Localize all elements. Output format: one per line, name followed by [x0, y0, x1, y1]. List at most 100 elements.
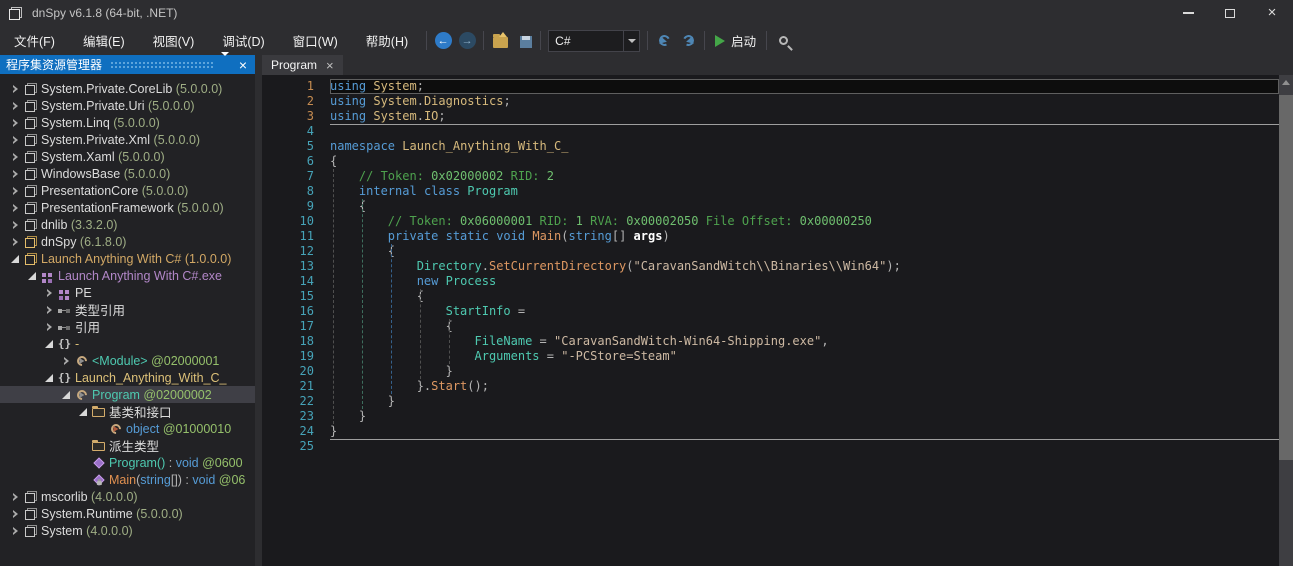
undo-button[interactable] [652, 29, 676, 53]
assembly-explorer-header[interactable]: 程序集资源管理器 × [0, 55, 255, 74]
tree-item[interactable]: Main(string[]) : void @06 [0, 471, 255, 488]
tab-close-icon[interactable]: × [326, 61, 334, 70]
code-line-content[interactable]: } [330, 364, 1279, 379]
expand-arrow[interactable] [42, 289, 56, 297]
tree-item[interactable]: 基类和接口 [0, 403, 255, 420]
vertical-scrollbar[interactable] [1279, 75, 1293, 566]
expand-arrow[interactable] [8, 238, 22, 246]
expand-arrow[interactable] [8, 85, 22, 93]
code-line-content[interactable]: } [330, 424, 1279, 439]
code-line-content[interactable]: } [330, 394, 1279, 409]
code-line-content[interactable]: internal class Program [330, 184, 1279, 199]
expand-arrow[interactable] [8, 221, 22, 229]
tree-item[interactable]: dnlib (3.3.2.0) [0, 216, 255, 233]
expand-arrow[interactable] [8, 170, 22, 178]
save-all-button[interactable] [512, 29, 536, 53]
code-line-content[interactable]: { [330, 244, 1279, 259]
tree-item[interactable]: 类型引用 [0, 301, 255, 318]
minimize-button[interactable] [1167, 0, 1209, 26]
tree-item[interactable]: {}- [0, 335, 255, 352]
code-line-content[interactable]: StartInfo = [330, 304, 1279, 319]
language-combo-dropdown[interactable] [623, 31, 639, 51]
tree-item[interactable]: Program @02000002 [0, 386, 255, 403]
tree-item[interactable]: PE [0, 284, 255, 301]
code-line-content[interactable]: using System; [330, 79, 1279, 94]
tree-item[interactable]: Launch Anything With C#.exe [0, 267, 255, 284]
expand-arrow[interactable] [76, 408, 90, 416]
code-editor[interactable]: 1using System;2using System.Diagnostics;… [262, 75, 1293, 566]
expand-arrow[interactable] [8, 255, 22, 263]
expand-arrow[interactable] [25, 272, 39, 280]
code-line-content[interactable]: using System.Diagnostics; [330, 94, 1279, 109]
expand-arrow[interactable] [8, 153, 22, 161]
panel-splitter[interactable] [255, 55, 262, 566]
scroll-up-arrow-icon[interactable] [1279, 75, 1293, 89]
tree-item[interactable]: mscorlib (4.0.0.0) [0, 488, 255, 505]
tree-item[interactable]: System.Private.Uri (5.0.0.0) [0, 97, 255, 114]
panel-menu-button[interactable] [221, 56, 229, 74]
expand-arrow[interactable] [8, 136, 22, 144]
code-line-content[interactable]: { [330, 289, 1279, 304]
nav-back-button[interactable]: ← [431, 29, 455, 53]
code-line-content[interactable]: Directory.SetCurrentDirectory("CaravanSa… [330, 259, 1279, 274]
tree-item[interactable]: PresentationFramework (5.0.0.0) [0, 199, 255, 216]
tree-item[interactable]: <Module> @02000001 [0, 352, 255, 369]
code-line-content[interactable]: { [330, 319, 1279, 334]
expand-arrow[interactable] [8, 493, 22, 501]
panel-close-button[interactable]: × [239, 60, 247, 70]
menu-item-3[interactable]: 调试(D) [211, 30, 275, 54]
code-line-content[interactable]: { [330, 154, 1279, 169]
menu-item-2[interactable]: 视图(V) [142, 30, 206, 54]
expand-arrow[interactable] [42, 323, 56, 331]
code-line-content[interactable]: Arguments = "-PCStore=Steam" [330, 349, 1279, 364]
tree-item[interactable]: System.Xaml (5.0.0.0) [0, 148, 255, 165]
expand-arrow[interactable] [42, 306, 56, 314]
tree-item[interactable]: WindowsBase (5.0.0.0) [0, 165, 255, 182]
expand-arrow[interactable] [42, 374, 56, 382]
tree-item[interactable]: Launch Anything With C# (1.0.0.0) [0, 250, 255, 267]
scrollbar-thumb[interactable] [1279, 95, 1293, 460]
tree-item[interactable]: object @01000010 [0, 420, 255, 437]
menu-item-4[interactable]: 窗口(W) [282, 30, 349, 54]
code-line-content[interactable]: using System.IO; [330, 109, 1279, 124]
maximize-button[interactable] [1209, 0, 1251, 26]
code-line-content[interactable]: }.Start(); [330, 379, 1279, 394]
expand-arrow[interactable] [8, 204, 22, 212]
tree-item[interactable]: System.Runtime (5.0.0.0) [0, 505, 255, 522]
tab-program[interactable]: Program × [262, 55, 343, 75]
tree-item[interactable]: 引用 [0, 318, 255, 335]
code-line-content[interactable] [330, 439, 1279, 454]
tree-item[interactable]: System.Private.CoreLib (5.0.0.0) [0, 80, 255, 97]
expand-arrow[interactable] [8, 527, 22, 535]
expand-arrow[interactable] [8, 510, 22, 518]
expand-arrow[interactable] [59, 391, 73, 399]
open-button[interactable] [488, 29, 512, 53]
start-button[interactable]: 启动 [709, 31, 762, 50]
tree-item[interactable]: PresentationCore (5.0.0.0) [0, 182, 255, 199]
tree-item[interactable]: 派生类型 [0, 437, 255, 454]
expand-arrow[interactable] [59, 357, 73, 365]
tree-item[interactable]: System.Linq (5.0.0.0) [0, 114, 255, 131]
search-button[interactable] [771, 29, 795, 53]
tree-item[interactable]: {}Launch_Anything_With_C_ [0, 369, 255, 386]
tree-item[interactable]: dnSpy (6.1.8.0) [0, 233, 255, 250]
code-line-content[interactable]: new Process [330, 274, 1279, 289]
menu-item-5[interactable]: 帮助(H) [355, 30, 419, 54]
tree-item[interactable]: System.Private.Xml (5.0.0.0) [0, 131, 255, 148]
code-line-content[interactable]: // Token: 0x06000001 RID: 1 RVA: 0x00002… [330, 214, 1279, 229]
code-line-content[interactable]: namespace Launch_Anything_With_C_ [330, 139, 1279, 154]
tree-item[interactable]: Program() : void @0600 [0, 454, 255, 471]
code-line-content[interactable] [330, 124, 1279, 139]
code-line-content[interactable]: private static void Main(string[] args) [330, 229, 1279, 244]
expand-arrow[interactable] [8, 119, 22, 127]
code-line-content[interactable]: } [330, 409, 1279, 424]
nav-forward-button[interactable]: → [455, 29, 479, 53]
expand-arrow[interactable] [42, 340, 56, 348]
menu-item-1[interactable]: 编辑(E) [72, 30, 136, 54]
expand-arrow[interactable] [8, 187, 22, 195]
menu-item-0[interactable]: 文件(F) [3, 30, 66, 54]
code-line-content[interactable]: // Token: 0x02000002 RID: 2 [330, 169, 1279, 184]
expand-arrow[interactable] [8, 102, 22, 110]
code-line-content[interactable]: FileName = "CaravanSandWitch-Win64-Shipp… [330, 334, 1279, 349]
code-line-content[interactable]: { [330, 199, 1279, 214]
